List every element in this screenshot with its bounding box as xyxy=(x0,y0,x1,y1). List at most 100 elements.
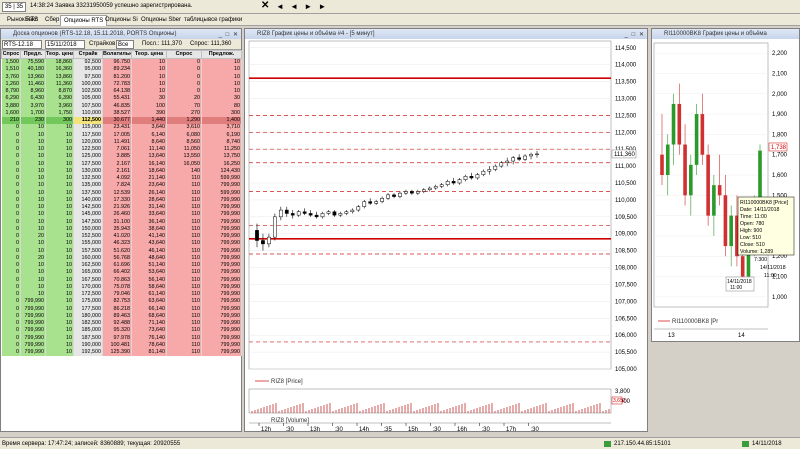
option-row[interactable]: 0 10 10 122,500 7.061 11,140 11,050 11,250 xyxy=(1,145,242,153)
option-cell: 170,000 xyxy=(73,283,103,291)
option-cell: 799,990 xyxy=(201,268,242,276)
option-cell: 10 xyxy=(45,167,74,175)
column-header[interactable]: Теор. цена xyxy=(131,50,167,59)
option-cell: 187,500 xyxy=(73,334,103,342)
option-row[interactable]: 0 10 10 172,500 79.046 61,140 110 799,990 xyxy=(1,290,242,298)
option-row[interactable]: 0 10 10 170,000 75.078 58,640 110 799,990 xyxy=(1,283,242,291)
option-row[interactable]: 0 10 10 135,000 7.824 23,640 110 799,990 xyxy=(1,181,242,189)
option-row[interactable]: 0 10 10 137,500 12.539 26,140 110 599,990 xyxy=(1,189,242,197)
option-cell: 0 xyxy=(166,87,202,95)
option-cell: 23.431 xyxy=(102,123,132,131)
candle-body xyxy=(712,185,716,216)
option-row[interactable]: 0 799,990 10 182,500 92.488 71,140 110 799,990 xyxy=(1,319,242,327)
column-header[interactable]: Страйк xyxy=(73,50,103,59)
option-row[interactable]: 0 10 10 150,000 35.943 38,640 110 799,990 xyxy=(1,225,242,233)
option-row[interactable]: 8,790 8,960 8,870 102,500 64.138 10 0 10 xyxy=(1,87,242,95)
option-row[interactable]: 0 10 10 130,000 2.161 18,640 140 124,430 xyxy=(1,167,242,175)
option-cell: 110 xyxy=(166,319,202,327)
tab-3[interactable]: Опционы RTS xyxy=(60,15,108,26)
option-cell: 46,140 xyxy=(131,247,167,255)
option-cell: 110,000 xyxy=(73,109,103,117)
option-cell: 10 xyxy=(45,210,74,218)
message-counter[interactable]: 35 | 35 xyxy=(2,2,26,12)
option-row[interactable]: 0 10 10 165,000 66.402 53,640 110 799,990 xyxy=(1,268,242,276)
option-row[interactable]: 0 10 10 117,500 17.005 6,140 6,080 6,190 xyxy=(1,131,242,139)
column-header[interactable]: Предл. xyxy=(20,50,46,59)
expiry-select[interactable]: 15/11/2018 xyxy=(45,40,85,49)
column-header[interactable]: Волатильн. xyxy=(102,50,132,59)
option-row[interactable]: 0 10 10 125,000 3.885 13,640 13,550 13,750 xyxy=(1,152,242,160)
option-cell: 10 xyxy=(45,312,74,320)
window-controls[interactable]: _ □ ✕ xyxy=(625,30,645,40)
time-tick-label: :30 xyxy=(482,427,491,431)
option-row[interactable]: 1,260 11,460 11,360 100,000 72.783 10 0 10 xyxy=(1,80,242,88)
option-row[interactable]: 0 799,990 10 180,000 89.463 68,640 110 799,990 xyxy=(1,312,242,320)
column-header[interactable]: Спрос xyxy=(166,50,202,59)
message-nav[interactable]: ◄ ◄ ► ► xyxy=(276,2,328,11)
option-cell: 18,860 xyxy=(45,58,74,66)
base-asset-select[interactable]: RTS-12.18 xyxy=(2,40,42,49)
option-row[interactable]: 0 10 10 167,500 70.863 56,140 110 799,990 xyxy=(1,276,242,284)
options-toolbar: RTS-12.18 15/11/2018 Страйков Все Посл.:… xyxy=(1,39,241,50)
close-icon[interactable]: ✕ xyxy=(261,0,269,11)
option-row[interactable]: 0 10 10 145,000 26.460 33,640 110 799,990 xyxy=(1,210,242,218)
option-row[interactable]: 1,510 40,180 16,360 95,000 89.234 10 0 10 xyxy=(1,65,242,73)
time-tick-label: :35 xyxy=(384,427,393,431)
option-row[interactable]: 0 10 10 155,000 46.323 43,640 110 799,990 xyxy=(1,239,242,247)
candle-body xyxy=(433,186,438,189)
option-cell: 132,500 xyxy=(73,174,103,182)
option-row[interactable]: 0 799,990 10 190,000 100.481 78,640 110 799,990 xyxy=(1,341,242,349)
option-row[interactable]: 0 799,990 10 175,000 82.753 63,640 110 799,990 xyxy=(1,297,242,305)
option-row[interactable]: 0 20 10 160,000 56.768 48,640 110 799,990 xyxy=(1,254,242,262)
option-row[interactable]: 3,880 3,970 3,960 107,500 46.835 100 70 80 xyxy=(1,102,242,110)
option-cell: 110 xyxy=(166,225,202,233)
tab-5[interactable]: Опционы Sber xyxy=(138,15,184,26)
option-row[interactable]: 0 10 10 140,000 17.330 28,640 110 799,990 xyxy=(1,196,242,204)
option-row[interactable]: 3,760 13,960 13,860 97,500 81.200 10 0 10 xyxy=(1,73,242,81)
option-row[interactable]: 0 20 10 152,500 41.020 41,140 110 799,990 xyxy=(1,232,242,240)
option-row[interactable]: 0 10 10 142,500 21.926 31,140 110 799,990 xyxy=(1,203,242,211)
option-row[interactable]: 0 10 10 127,500 2.167 16,140 16,050 16,250 xyxy=(1,160,242,168)
option-row[interactable]: 0 799,990 10 192,500 125.390 81,140 110 799,990 xyxy=(1,348,242,356)
price-tick-label: 107,500 xyxy=(615,282,637,288)
column-header[interactable]: Предлож. xyxy=(201,50,242,59)
option-tick-label: 2,200 xyxy=(772,51,788,57)
price-chart[interactable]: 114,500 114,000 113,500 113,000 112,500 112,0… xyxy=(245,39,647,433)
option-row[interactable]: 0 10 10 162,500 61.696 51,140 110 799,990 xyxy=(1,261,242,269)
candle-body xyxy=(332,211,337,216)
option-row[interactable]: 6,290 6,430 6,390 105,000 55.431 30 20 30 xyxy=(1,94,242,102)
option-row[interactable]: 0 10 10 147,500 31.100 36,140 110 799,990 xyxy=(1,218,242,226)
option-row[interactable]: 210 230 300 112,500 30.677 1,440 1,290 1,400 xyxy=(1,116,242,124)
candle-body xyxy=(267,236,271,245)
tab-4[interactable]: Опционы Si xyxy=(102,15,141,26)
tab-7[interactable]: все графики xyxy=(205,15,245,26)
option-price-chart[interactable]: 2,2002,1002,0001,9001,8001,7001,6001,500… xyxy=(652,39,799,341)
option-row[interactable]: 0 10 10 120,000 11.491 8,640 8,560 8,740 xyxy=(1,138,242,146)
option-row[interactable]: 0 10 10 157,500 51.620 46,140 110 799,990 xyxy=(1,247,242,255)
option-cell: 799,990 xyxy=(201,218,242,226)
option-tick-label: 2,100 xyxy=(772,71,788,77)
option-row[interactable]: 0 799,990 10 185,000 95.320 73,640 110 799,990 xyxy=(1,326,242,334)
option-row[interactable]: 0 799,990 10 177,500 86.218 66,140 110 799,990 xyxy=(1,305,242,313)
candle-body xyxy=(463,176,468,180)
option-cell: 2.161 xyxy=(102,167,132,175)
option-cell: 142,500 xyxy=(73,203,103,211)
column-header[interactable]: Спрос xyxy=(1,50,21,59)
option-row[interactable]: 0 10 10 115,000 23.431 3,640 3,610 3,710 xyxy=(1,123,242,131)
candle-body xyxy=(356,206,361,211)
option-cell: 110 xyxy=(166,232,202,240)
option-cell: 0 xyxy=(166,80,202,88)
tooltip-line: Time: 11:00 xyxy=(740,214,767,220)
tab-1[interactable]: Бакс xyxy=(22,15,41,26)
option-cell: 230 xyxy=(20,116,46,124)
option-cell: 150,000 xyxy=(73,225,103,233)
option-cell: 6,390 xyxy=(45,94,74,102)
column-header[interactable]: Теор. цена xyxy=(45,50,74,59)
option-row[interactable]: 1,600 1,700 1,750 110,000 38.527 390 270 300 xyxy=(1,109,242,117)
strikes-select[interactable]: Все xyxy=(116,40,134,49)
option-row[interactable]: 1,500 75,590 18,860 92,500 96.750 10 0 10 xyxy=(1,58,242,66)
option-row[interactable]: 0 799,990 10 187,500 97.978 76,140 110 799,990 xyxy=(1,334,242,342)
option-cell: 11,460 xyxy=(20,80,46,88)
candle-body xyxy=(439,184,444,187)
option-row[interactable]: 0 10 10 132,500 4.092 21,140 110 599,990 xyxy=(1,174,242,182)
